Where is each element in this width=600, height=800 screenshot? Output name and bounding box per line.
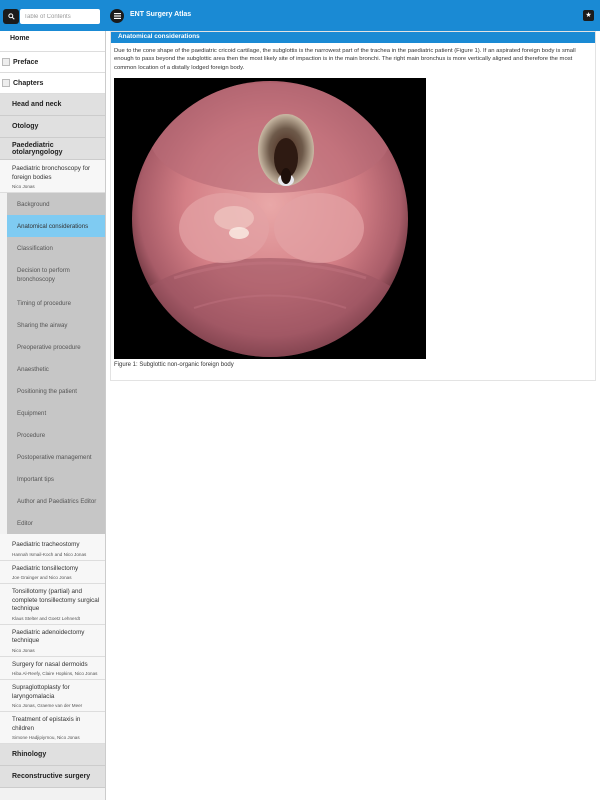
article-author: Nico Jonas [12,647,35,653]
section-title: Anatomical considerations [111,32,595,43]
subsection-item[interactable]: Positioning the patient [7,380,105,402]
section-paragraph: Due to the cone shape of the paediatric … [114,48,576,71]
star-icon: ★ [585,12,592,19]
expand-checkbox[interactable] [2,79,10,87]
app-title: ENT Surgery Atlas [130,11,192,18]
article-author: Hiba Al-Reefy, Claire Hopkins, Nico Jona… [12,671,98,676]
article-title: Paediatric tonsillectomy [12,564,79,572]
subsection-item[interactable]: Timing of procedure [7,292,105,314]
content-panel: Anatomical considerations Due to the con… [110,31,596,381]
sidebar-article[interactable]: Paediatric tonsillectomy Joe Grainger an… [0,560,105,584]
subsection-item[interactable]: Equipment [7,402,105,424]
article-author: Klaus Stelter and Goetz Lehnerdt [12,615,80,621]
subsection-item[interactable]: Background [7,193,105,215]
sidebar-section-head-and-neck[interactable]: Head and neck [0,94,105,116]
sidebar-item-label: Chapters [13,79,44,87]
sidebar-item-chapters[interactable]: Chapters [0,73,105,94]
sidebar-article[interactable]: Treatment of epistaxis in children Simon… [0,712,105,744]
subsection-item[interactable]: Important tips [7,468,105,490]
table-of-contents-sidebar: Home Preface Chapters Head and neck Otol… [0,31,106,800]
sidebar-section-paediatric[interactable]: Paedediatric otolaryngology [0,138,105,160]
expand-checkbox[interactable] [2,58,10,66]
sidebar-article[interactable]: Tonsillotomy (partial) and complete tons… [0,584,105,625]
sidebar-article[interactable]: Surgery for nasal dermoids Hiba Al-Reefy… [0,656,105,680]
article-title: Treatment of epistaxis in children [12,716,81,732]
top-bar: ENT Surgery Atlas ★ [0,0,600,31]
subsection-item[interactable]: Preoperative procedure [7,336,105,358]
subsection-item[interactable]: Editor [7,512,105,534]
sidebar-article[interactable]: Supraglottoplasty for laryngomalacia Nic… [0,680,105,712]
article-author: Nico Jonas [12,184,35,189]
sidebar-article-current[interactable]: Paediatric bronchoscopy for foreign bodi… [0,160,105,193]
figure-caption: Figure 1: Subglottic non-organic foreign… [114,361,234,368]
article-title: Tonsillotomy (partial) and complete tons… [12,588,100,612]
article-title: Paediatric tracheostomy [12,541,80,548]
search-input[interactable] [20,9,100,24]
sidebar-section-rhinology[interactable]: Rhinology [0,744,105,766]
sidebar-item-preface[interactable]: Preface [0,52,105,73]
subsection-item[interactable]: Anaesthetic [7,358,105,380]
menu-button[interactable] [110,9,124,23]
endoscopy-figure-image [114,77,426,359]
sidebar-item-home[interactable]: Home [0,31,105,52]
subsection-item[interactable]: Author and Paediatrics Editor [7,490,105,512]
subsection-item-active[interactable]: Anatomical considerations [7,215,105,237]
subsection-list: Background Anatomical considerations Cla… [7,193,105,534]
subsection-item[interactable]: Postoperative management [7,446,105,468]
article-title: Surgery for nasal dermoids [12,660,88,668]
article-title: Paediatric bronchoscopy for foreign bodi… [12,165,91,181]
sidebar-section-reconstructive[interactable]: Reconstructive surgery [0,766,105,788]
article-title: Paediatric adenoidectomy technique [12,628,85,645]
article-author: Nico Jonas, Graeme van der Meer [12,703,83,708]
sidebar-article[interactable]: Paediatric tracheostomy Hannah Ismail-Ko… [0,534,105,561]
search-button[interactable] [3,9,19,24]
subsection-item[interactable]: Procedure [7,424,105,446]
article-author: Simone Hadjipiyrnou, Nico Jonas [12,735,80,740]
article-title: Supraglottoplasty for laryngomalacia [12,684,70,700]
hamburger-icon [113,13,121,19]
subsection-item[interactable]: Sharing the airway [7,314,105,336]
bookmark-button[interactable]: ★ [583,10,594,21]
article-author: Joe Grainger and Nico Jonas [12,575,72,580]
subsection-item[interactable]: Decision to perform bronchoscopy [7,259,105,292]
subsection-item[interactable]: Classification [7,237,105,259]
article-author: Hannah Ismail-Koch and Nico Jonas [12,551,87,557]
sidebar-section-otology[interactable]: Otology [0,116,105,138]
sidebar-item-label: Preface [13,58,39,66]
search-icon [7,13,15,20]
sidebar-article[interactable]: Paediatric adenoidectomy technique Nico … [0,624,105,657]
